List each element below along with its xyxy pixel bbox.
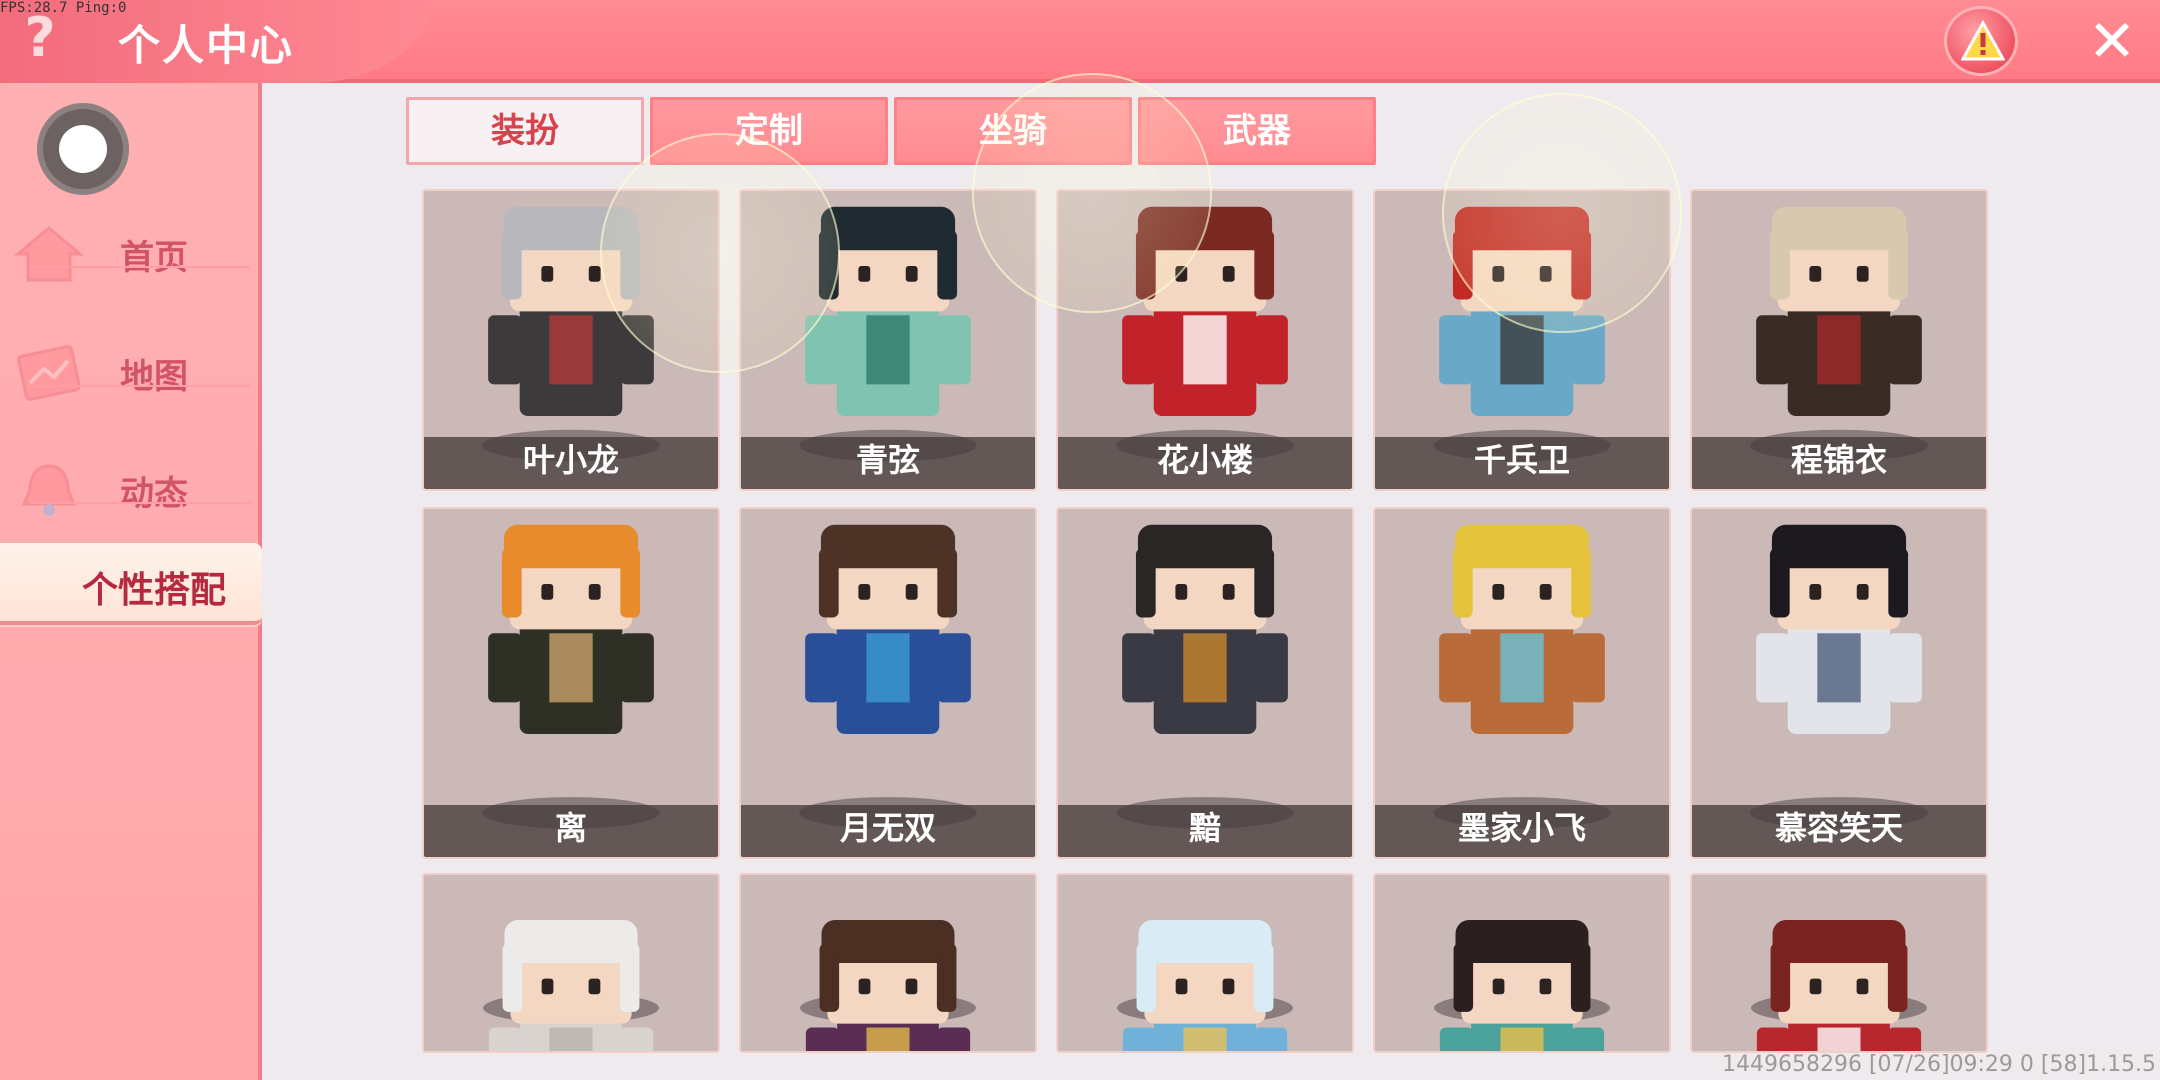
tab-weapon[interactable]: 武器 (1138, 97, 1376, 165)
sidebar-item-label: 动态 (120, 474, 188, 514)
sidebar-item-map[interactable]: 地图 (0, 315, 258, 431)
costume-card[interactable]: 月无双 (739, 507, 1037, 859)
character-figure (1751, 919, 1927, 1051)
bell-icon (21, 464, 77, 516)
sidebar: 首页 地图 动态 个性搭配 (0, 83, 262, 1080)
sidebar-divider (30, 502, 250, 504)
costume-card[interactable]: 慕容笑天 (1690, 507, 1988, 859)
avatar[interactable] (37, 103, 129, 195)
header-bar: ? FPS:28.7 Ping:0 个人中心 ✕ (0, 0, 2160, 83)
close-button[interactable]: ✕ (2084, 12, 2140, 70)
character-figure (800, 919, 976, 1051)
home-icon (14, 226, 84, 282)
tab-custom[interactable]: 定制 (650, 97, 888, 165)
costume-name: 离 (554, 809, 587, 847)
costume-card[interactable]: 离 (422, 507, 720, 859)
costume-name: 青弦 (855, 441, 920, 479)
costume-name: 千兵卫 (1473, 441, 1570, 479)
costume-card[interactable]: 千兵卫 (1373, 189, 1671, 491)
sidebar-divider (30, 385, 250, 387)
costume-card[interactable]: 墨家小飞 (1373, 507, 1671, 859)
tab-costume[interactable]: 装扮 (406, 97, 644, 165)
costume-name: 程锦衣 (1790, 441, 1887, 479)
fps-debug-text: FPS:28.7 Ping:0 (0, 0, 127, 16)
character-figure (483, 919, 659, 1051)
sidebar-item-home[interactable]: 首页 (0, 196, 258, 312)
costume-card[interactable]: 青弦 (739, 189, 1037, 491)
version-info-text: 1449658296 [07/26]09:29 0 [58]1.15.5 (1722, 1052, 2157, 1077)
sidebar-item-outfit[interactable]: 个性搭配 (0, 543, 262, 625)
costume-name: 墨家小飞 (1457, 809, 1586, 847)
sidebar-item-label: 首页 (120, 238, 188, 278)
sidebar-item-label: 个性搭配 (82, 570, 227, 611)
costume-card[interactable] (739, 873, 1037, 1053)
costume-name: 慕容笑天 (1774, 809, 1903, 847)
tab-mount[interactable]: 坐骑 (894, 97, 1132, 165)
costume-card[interactable]: 黯 (1056, 507, 1354, 859)
costume-name: 月无双 (839, 809, 936, 847)
costume-card[interactable]: 花小楼 (1056, 189, 1354, 491)
sidebar-item-label: 地图 (120, 357, 188, 397)
costume-card[interactable]: 程锦衣 (1690, 189, 1988, 491)
main-content: 装扮 定制 坐骑 武器 叶小龙 青弦 花小楼 千兵卫 程锦衣离 月无双 黯 墨家小飞 慕容笑天 (262, 73, 2160, 1080)
costume-card[interactable]: 叶小龙 (422, 189, 720, 491)
sidebar-item-feed[interactable]: 动态 (0, 432, 258, 548)
page-title: 个人中心 (118, 21, 295, 70)
costume-name: 花小楼 (1156, 441, 1253, 479)
help-icon[interactable]: ? (18, 8, 62, 68)
map-icon (17, 345, 81, 401)
warning-icon (1961, 19, 2005, 61)
character-figure (1434, 919, 1610, 1051)
costume-card[interactable] (422, 873, 720, 1053)
character-figure (1117, 919, 1293, 1051)
alert-button[interactable] (1944, 6, 2018, 76)
costume-name: 黯 (1188, 809, 1221, 847)
costume-card[interactable] (1056, 873, 1354, 1053)
costume-card[interactable] (1690, 873, 1988, 1053)
sidebar-divider (30, 266, 250, 268)
costume-name: 叶小龙 (522, 441, 619, 479)
costume-card[interactable] (1373, 873, 1671, 1053)
